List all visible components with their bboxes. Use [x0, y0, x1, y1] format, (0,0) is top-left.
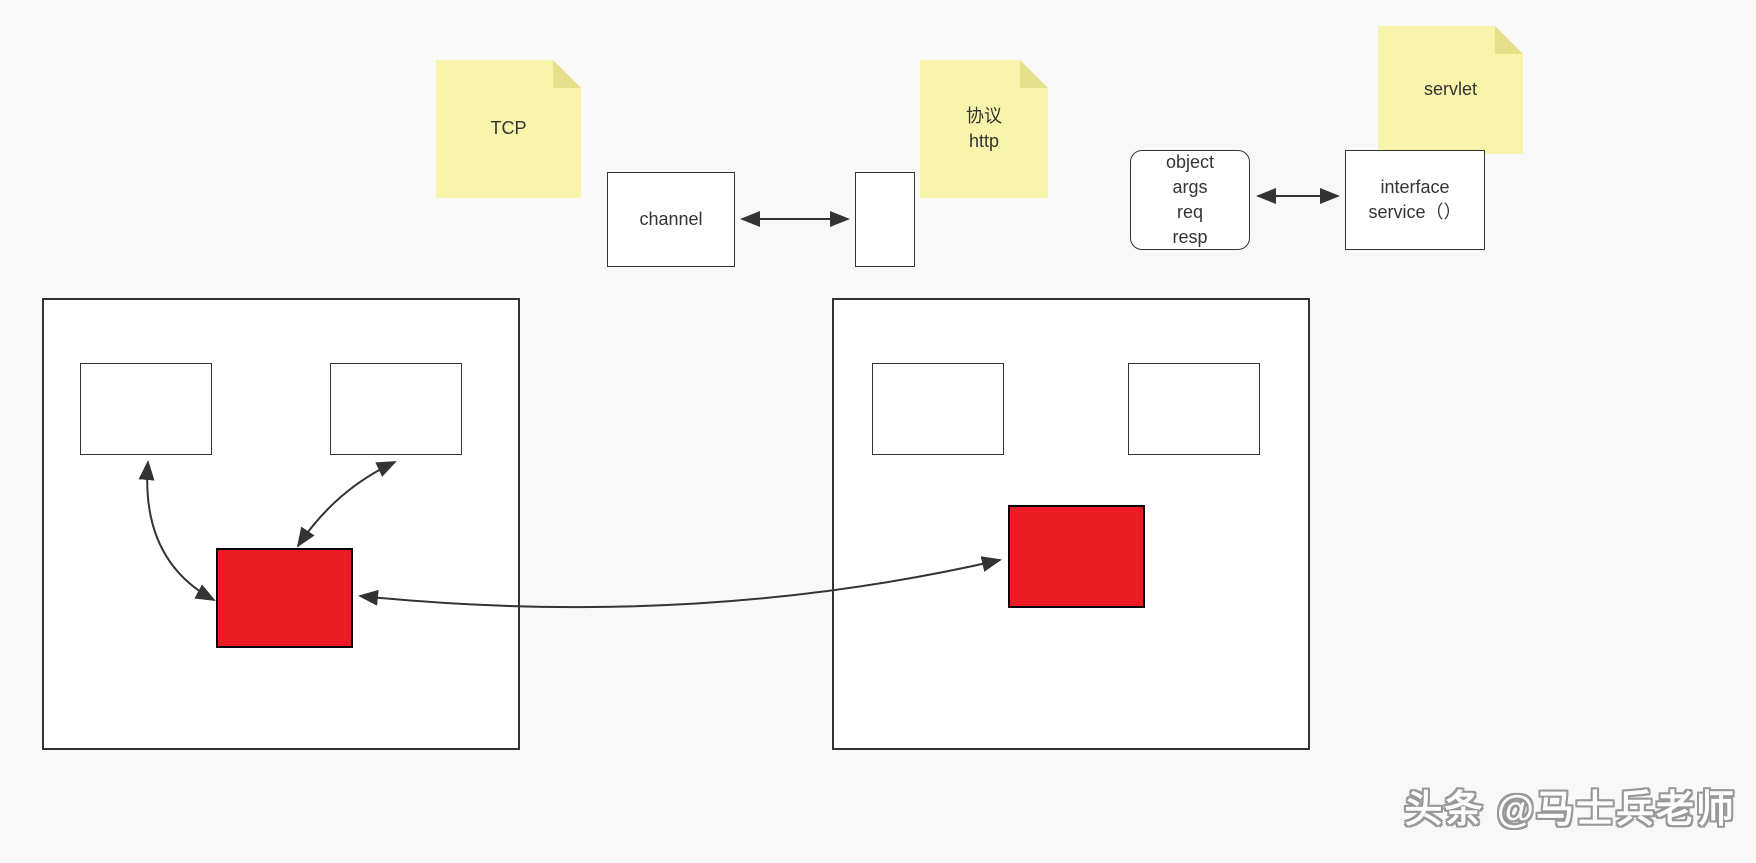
right-inner-box-2: [1128, 363, 1260, 455]
interface-line1: interface: [1380, 175, 1449, 200]
left-red-box: [216, 548, 353, 648]
box-objectargs: object args req resp: [1130, 150, 1250, 250]
interface-line2: service（）: [1368, 200, 1461, 225]
left-inner-box-1: [80, 363, 212, 455]
objectargs-line3: req: [1177, 200, 1203, 225]
note-http-line1: 协议: [966, 104, 1002, 129]
note-servlet: servlet: [1378, 26, 1523, 154]
note-servlet-label: servlet: [1424, 77, 1477, 102]
right-red-box: [1008, 505, 1145, 608]
right-inner-box-1: [872, 363, 1004, 455]
objectargs-line2: args: [1172, 175, 1207, 200]
channel-label: channel: [639, 207, 702, 232]
left-inner-box-2: [330, 363, 462, 455]
objectargs-line4: resp: [1172, 225, 1207, 250]
box-interface: interface service（）: [1345, 150, 1485, 250]
watermark-text: 头条 @马士兵老师: [1404, 778, 1736, 833]
note-http-line2: http: [969, 129, 999, 154]
note-http: 协议 http: [920, 60, 1048, 198]
objectargs-line1: object: [1166, 150, 1214, 175]
box-empty-small: [855, 172, 915, 267]
box-channel: channel: [607, 172, 735, 267]
note-tcp-label: TCP: [491, 116, 527, 141]
note-tcp: TCP: [436, 60, 581, 198]
